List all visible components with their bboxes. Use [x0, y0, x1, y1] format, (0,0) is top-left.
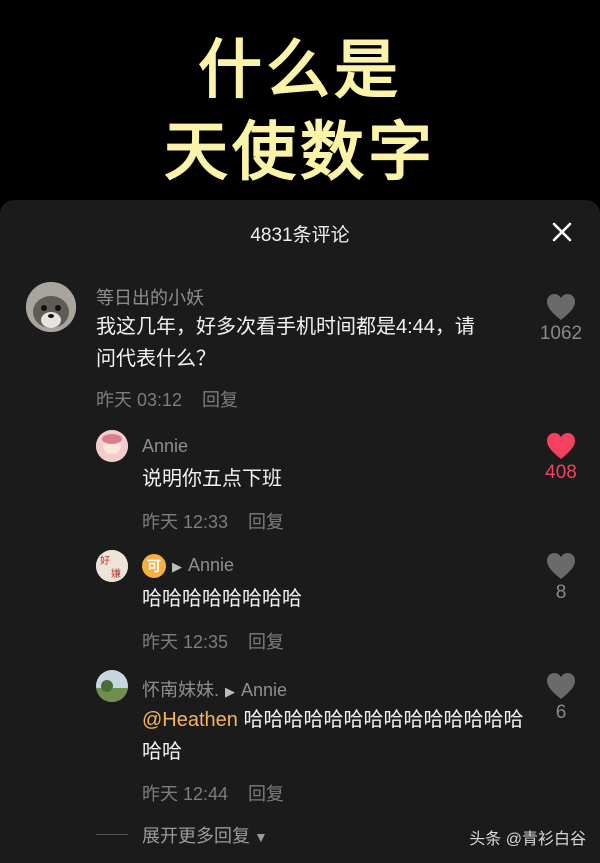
reply-username-row: 可 ▶ Annie	[142, 554, 234, 578]
comment-meta: 昨天 03:12 回复	[96, 386, 238, 412]
reply-button[interactable]: 回复	[248, 784, 284, 804]
reply-time: 昨天 12:44	[142, 784, 229, 804]
comments-panel: 4831条评论 等日出的小妖 我这几年，好多次看手机时间都是4:44，请问代表什…	[0, 200, 600, 863]
reply-button[interactable]: 回复	[248, 632, 284, 652]
expand-more-replies[interactable]: 展开更多回复 ▼	[142, 822, 268, 848]
expand-label: 展开更多回复	[142, 826, 250, 846]
reply-text: @Heathen 哈哈哈哈哈哈哈哈哈哈哈哈哈哈哈哈	[142, 704, 527, 768]
heart-icon	[547, 294, 575, 320]
reply-meta: 昨天 12:44 回复	[142, 780, 284, 806]
like-count: 6	[555, 702, 567, 723]
like-button[interactable]: 8	[531, 552, 591, 604]
watermark: 头条 @青衫白谷	[469, 831, 586, 848]
reply-button[interactable]: 回复	[202, 390, 238, 410]
reply-username-row: 怀南妹妹. ▶ Annie	[142, 676, 287, 702]
user-badge[interactable]: 可	[142, 554, 166, 578]
reply-time: 昨天 12:33	[142, 512, 229, 532]
video-title: 什么是 天使数字	[0, 30, 600, 194]
reply-button[interactable]: 回复	[248, 512, 284, 532]
close-icon[interactable]	[550, 220, 574, 244]
svg-text:嫌: 嫌	[111, 567, 121, 580]
reply-meta: 昨天 12:35 回复	[142, 628, 284, 654]
reply-text: 哈哈哈哈哈哈哈哈	[142, 588, 302, 610]
reply-to-username[interactable]: Annie	[241, 680, 287, 700]
comment-text: 我这几年，好多次看手机时间都是4:44，请问代表什么？	[96, 316, 475, 370]
heart-icon	[547, 673, 575, 699]
svg-text:好: 好	[100, 555, 110, 567]
reply-username[interactable]: Annie	[142, 436, 188, 457]
avatar[interactable]	[96, 670, 128, 702]
like-count: 8	[555, 582, 567, 603]
reply-to-username[interactable]: Annie	[188, 555, 234, 575]
reply-arrow-icon: ▶	[225, 684, 236, 699]
comment-time: 昨天 03:12	[96, 390, 183, 410]
comment-username[interactable]: 等日出的小妖	[96, 284, 204, 310]
reply-meta: 昨天 12:33 回复	[142, 508, 284, 534]
comments-header: 4831条评论	[0, 200, 600, 262]
like-button[interactable]: 6	[531, 672, 591, 724]
avatar[interactable]	[26, 282, 76, 332]
reply-username[interactable]: 怀南妹妹.	[142, 680, 219, 700]
avatar[interactable]: 好 嫌	[96, 550, 128, 582]
video-title-line1: 什么是	[198, 34, 402, 108]
heart-filled-icon	[547, 433, 575, 459]
reply-arrow-icon: ▶	[172, 559, 182, 574]
heart-icon	[547, 553, 575, 579]
reply-time: 昨天 12:35	[142, 632, 229, 652]
video-title-line2: 天使数字	[164, 116, 436, 190]
reply-text: 说明你五点下班	[142, 468, 282, 490]
avatar[interactable]	[96, 430, 128, 462]
like-count: 408	[545, 462, 577, 483]
like-button[interactable]: 1062	[531, 293, 591, 345]
comment-count: 4831条评论	[250, 225, 350, 246]
like-count: 1062	[539, 323, 583, 344]
expand-divider	[96, 834, 128, 835]
mention-link[interactable]: @Heathen	[142, 709, 238, 731]
like-button[interactable]: 408	[531, 432, 591, 484]
chevron-down-icon: ▼	[254, 829, 268, 845]
